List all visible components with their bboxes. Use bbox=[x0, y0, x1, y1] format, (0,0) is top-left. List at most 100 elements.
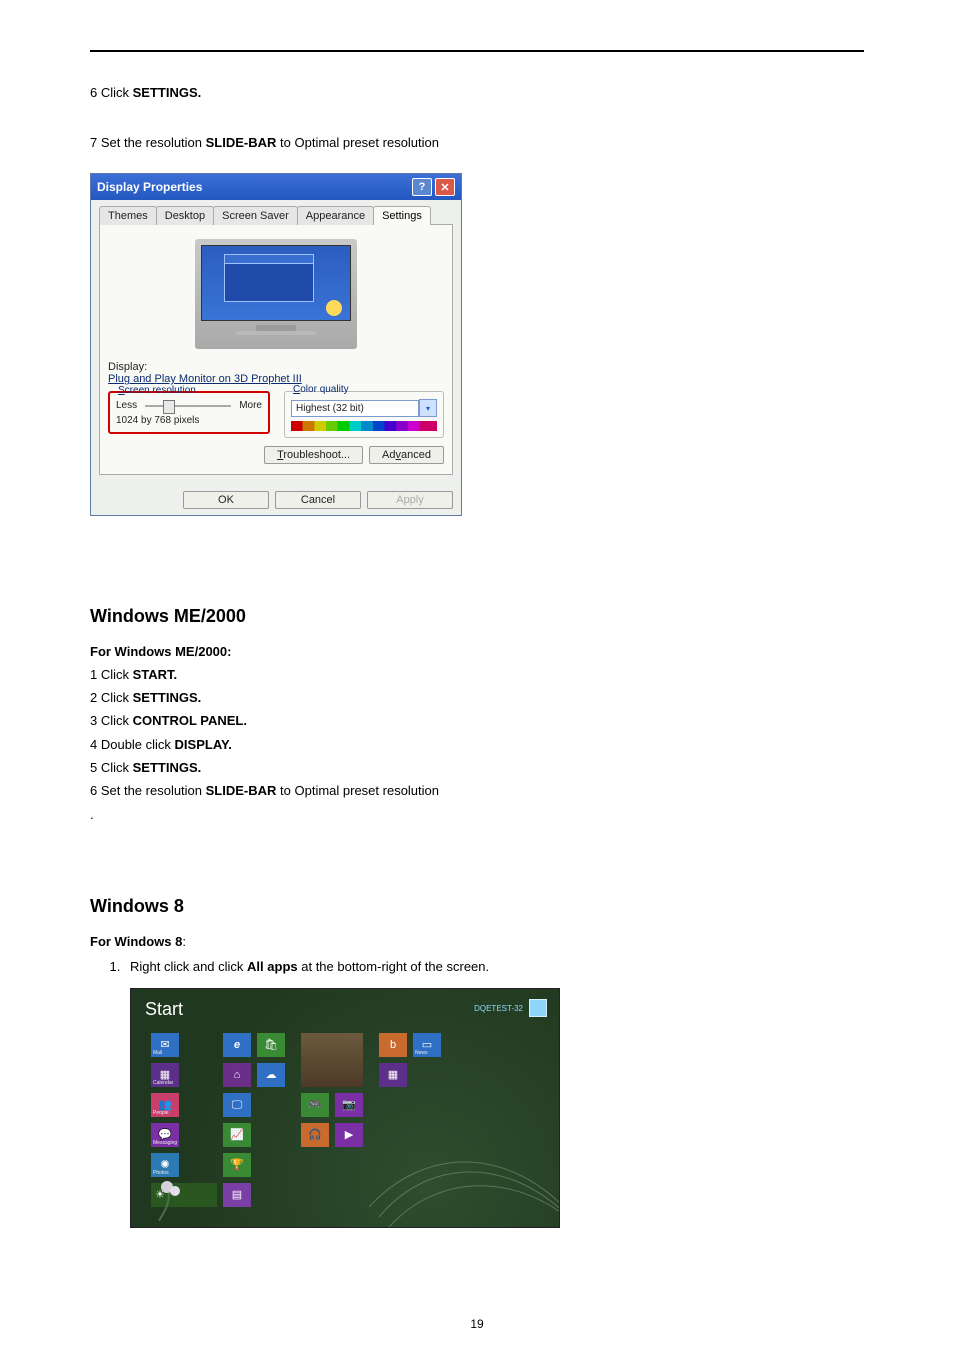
me-step-1: 1 Click START. bbox=[90, 664, 864, 686]
close-icon: ✕ bbox=[440, 181, 449, 194]
resolution-value: 1024 by 768 pixels bbox=[116, 415, 262, 426]
tile-finance[interactable]: 📈 bbox=[223, 1123, 251, 1147]
sports-icon: 🏆 bbox=[230, 1160, 244, 1171]
tile-camera[interactable]: 📷 bbox=[335, 1093, 363, 1117]
decorative-flower bbox=[153, 1177, 187, 1221]
chevron-down-icon[interactable]: ▾ bbox=[419, 399, 437, 417]
tile-skydrive[interactable]: ☁ bbox=[257, 1063, 285, 1087]
step-7-prev: 7 Set the resolution SLIDE-BAR to Optima… bbox=[90, 132, 864, 154]
cancel-button[interactable]: Cancel bbox=[275, 491, 361, 509]
calendar-icon: ▦ bbox=[160, 1070, 170, 1081]
me-step-4: 4 Double click DISPLAY. bbox=[90, 734, 864, 756]
resolution-slider[interactable] bbox=[145, 405, 231, 407]
top-rule bbox=[90, 50, 864, 52]
apply-button: Apply bbox=[367, 491, 453, 509]
tab-settings[interactable]: Settings bbox=[373, 206, 431, 225]
tile-video[interactable]: ▶ bbox=[335, 1123, 363, 1147]
subhead-win8: For Windows 8 bbox=[90, 934, 182, 949]
step6-prefix: 6 Click bbox=[90, 85, 133, 100]
tile-maps[interactable]: ⌂ bbox=[223, 1063, 251, 1087]
slider-thumb[interactable] bbox=[163, 400, 175, 414]
screen-resolution-title: Screen resolution bbox=[118, 385, 262, 396]
display-properties-screenshot: Display Properties ? ✕ Themes Desktop Sc… bbox=[90, 173, 462, 516]
grid-icon: ▦ bbox=[388, 1070, 398, 1081]
tile-people[interactable]: 👥People bbox=[151, 1093, 179, 1117]
screen-resolution-group: Screen resolution Less More 1024 by 768 … bbox=[108, 391, 270, 434]
res-less: Less bbox=[116, 400, 137, 411]
user-label: DQETEST-32 bbox=[474, 1004, 523, 1013]
photos-icon: ✺ bbox=[160, 1160, 169, 1171]
win8-steps: Right click and click All apps at the bo… bbox=[90, 959, 864, 974]
color-quality-title: Color quality bbox=[293, 384, 437, 395]
troubleshoot-button[interactable]: Troubleshoot... bbox=[264, 446, 363, 464]
tab-appearance[interactable]: Appearance bbox=[297, 206, 374, 225]
finance-icon: 📈 bbox=[230, 1130, 244, 1141]
decorative-swirl bbox=[369, 1117, 560, 1228]
tab-themes[interactable]: Themes bbox=[99, 206, 157, 225]
people-icon: 👥 bbox=[158, 1100, 172, 1111]
tile-music[interactable]: 🎧 bbox=[301, 1123, 329, 1147]
step-6-prev: 6 Click SETTINGS. bbox=[90, 82, 864, 104]
tile-photos[interactable]: ✺Photos bbox=[151, 1153, 179, 1177]
win8-step-1: Right click and click All apps at the bo… bbox=[124, 959, 864, 974]
start-label: Start bbox=[145, 999, 183, 1020]
tab-desktop[interactable]: Desktop bbox=[156, 206, 214, 225]
me-step-5: 5 Click SETTINGS. bbox=[90, 757, 864, 779]
store-icon: 🛍 bbox=[264, 1040, 278, 1051]
color-bar bbox=[291, 421, 437, 431]
help-button[interactable]: ? bbox=[412, 178, 432, 196]
step7-bold: SLIDE-BAR bbox=[206, 135, 277, 150]
tile-photo-large[interactable] bbox=[301, 1033, 363, 1087]
tile-messaging[interactable]: 💬Messaging bbox=[151, 1123, 179, 1147]
monitor-preview bbox=[108, 231, 444, 361]
color-quality-select[interactable]: Highest (32 bit) bbox=[291, 400, 419, 417]
step6-bold: SETTINGS. bbox=[133, 85, 202, 100]
tile-desktop[interactable]: 🖵 bbox=[223, 1093, 251, 1117]
messaging-icon: 💬 bbox=[158, 1130, 172, 1141]
tile-news[interactable]: ▭News bbox=[413, 1033, 441, 1057]
heading-me2000: Windows ME/2000 bbox=[90, 606, 864, 627]
tile-games[interactable]: 🎮 bbox=[301, 1093, 329, 1117]
mail-icon: ✉ bbox=[160, 1040, 169, 1051]
tile-sports[interactable]: 🏆 bbox=[223, 1153, 251, 1177]
camera-icon: 📷 bbox=[342, 1100, 356, 1111]
heading-win8: Windows 8 bbox=[90, 896, 864, 917]
games-icon: 🎮 bbox=[308, 1100, 322, 1111]
bing-icon: b bbox=[390, 1040, 396, 1051]
dialog-title: Display Properties bbox=[97, 180, 412, 194]
step7-prefix: 7 Set the resolution bbox=[90, 135, 206, 150]
desktop-icon: 🖵 bbox=[232, 1100, 243, 1111]
video-icon: ▶ bbox=[345, 1130, 353, 1141]
tile-extra[interactable]: ▦ bbox=[379, 1063, 407, 1087]
subhead-me2000: For Windows ME/2000: bbox=[90, 644, 231, 659]
ok-button[interactable]: OK bbox=[183, 491, 269, 509]
me-step-6: 6 Set the resolution SLIDE-BAR to Optima… bbox=[90, 780, 864, 802]
music-icon: 🎧 bbox=[308, 1130, 322, 1141]
me-step-3: 3 Click CONTROL PANEL. bbox=[90, 710, 864, 732]
advanced-button[interactable]: Advanced bbox=[369, 446, 444, 464]
display-label: Display: bbox=[108, 361, 444, 373]
subhead-win8-colon: : bbox=[182, 934, 186, 949]
tile-reader[interactable]: ▤ bbox=[223, 1183, 251, 1207]
tile-mail[interactable]: ✉Mail bbox=[151, 1033, 179, 1057]
tab-screensaver[interactable]: Screen Saver bbox=[213, 206, 298, 225]
question-icon: ? bbox=[419, 181, 426, 193]
page-number: 19 bbox=[0, 1317, 954, 1331]
win8-start-screenshot: Start DQETEST-32 ✉Mail ▦Calendar 👥People… bbox=[130, 988, 864, 1228]
close-button[interactable]: ✕ bbox=[435, 178, 455, 196]
tile-store[interactable]: 🛍 bbox=[257, 1033, 285, 1057]
tile-calendar[interactable]: ▦Calendar bbox=[151, 1063, 179, 1087]
ie-icon: e bbox=[234, 1040, 240, 1051]
reader-icon: ▤ bbox=[232, 1190, 242, 1201]
tab-strip: Themes Desktop Screen Saver Appearance S… bbox=[99, 206, 453, 225]
avatar-icon bbox=[529, 999, 547, 1017]
cloud-icon: ☁ bbox=[266, 1070, 277, 1081]
trailing-dot: . bbox=[90, 804, 864, 826]
user-badge[interactable]: DQETEST-32 bbox=[474, 999, 547, 1017]
tile-ie[interactable]: e bbox=[223, 1033, 251, 1057]
tile-bing[interactable]: b bbox=[379, 1033, 407, 1057]
res-more: More bbox=[239, 400, 262, 411]
news-icon: ▭ bbox=[422, 1040, 432, 1051]
settings-panel: Display: Plug and Play Monitor on 3D Pro… bbox=[99, 224, 453, 475]
maps-icon: ⌂ bbox=[234, 1070, 241, 1081]
